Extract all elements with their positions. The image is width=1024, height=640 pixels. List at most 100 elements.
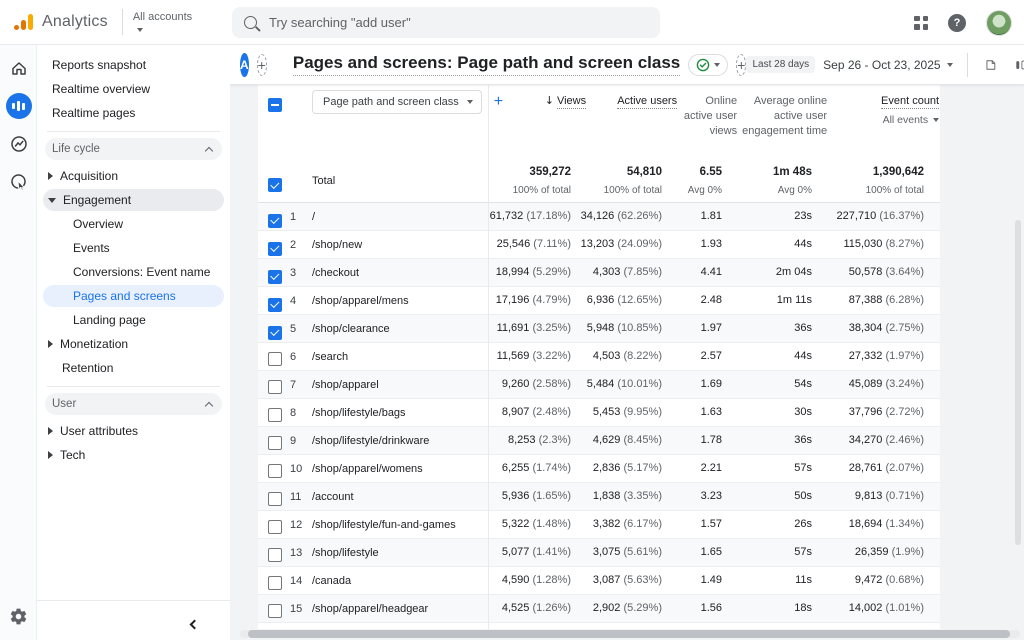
add-dimension-button[interactable]: + bbox=[494, 90, 503, 114]
row-checkbox[interactable] bbox=[268, 242, 282, 256]
table-row-11: 11/account5,936 (1.65%)1,838 (3.35%)3.23… bbox=[258, 483, 940, 511]
sidebar-item-label: Conversions: Event name bbox=[73, 265, 210, 279]
add-report-button[interactable]: + bbox=[736, 54, 746, 76]
page-path-cell: /search bbox=[312, 351, 488, 363]
sidebar-item-monetization[interactable]: Monetization bbox=[37, 332, 230, 356]
row-checkbox[interactable] bbox=[268, 408, 282, 422]
sidebar-item-reports-snapshot[interactable]: Reports snapshot bbox=[37, 53, 230, 77]
row-index: 1 bbox=[290, 211, 312, 223]
chevron-down-icon bbox=[933, 118, 939, 122]
report-status-menu[interactable] bbox=[688, 54, 728, 76]
column-header-views[interactable]: ↓Views bbox=[503, 85, 586, 109]
page-path-cell: /shop/apparel/headgear bbox=[312, 603, 488, 615]
advertising-nav-button[interactable] bbox=[0, 167, 37, 197]
select-all-checkbox[interactable] bbox=[268, 98, 282, 112]
event-filter-dropdown[interactable]: All events bbox=[883, 113, 940, 127]
date-range-chip: Last 28 days bbox=[746, 56, 815, 73]
account-switcher[interactable]: All accounts bbox=[133, 9, 192, 35]
row-index: 2 bbox=[290, 239, 312, 251]
date-range-value[interactable]: Sep 26 - Oct 23, 2025 bbox=[823, 58, 940, 72]
row-checkbox[interactable] bbox=[268, 492, 282, 506]
table-row-4: 4/shop/apparel/mens17,196 (4.79%)6,936 (… bbox=[258, 287, 940, 315]
sidebar-item-events[interactable]: Events bbox=[37, 236, 230, 260]
triangle-collapsed-icon[interactable] bbox=[48, 427, 53, 435]
left-rail bbox=[0, 45, 37, 640]
table-header-row: Page path and screen class + ↓Views Acti… bbox=[258, 85, 940, 160]
row-index: 3 bbox=[290, 267, 312, 279]
row-checkbox[interactable] bbox=[268, 576, 282, 590]
table-row-3: 3/checkout18,994 (5.29%)4,303 (7.85%)4.4… bbox=[258, 259, 940, 287]
page-path-cell: / bbox=[312, 211, 488, 223]
sidebar-item-user-attributes[interactable]: User attributes bbox=[37, 419, 230, 443]
reports-icon bbox=[6, 93, 32, 119]
row-index: 13 bbox=[290, 547, 312, 559]
chevron-down-icon[interactable] bbox=[947, 63, 953, 67]
apps-grid-icon[interactable] bbox=[914, 16, 928, 30]
page-path-cell: /shop/lifestyle/bags bbox=[312, 407, 488, 419]
column-header-avg-engagement-time[interactable]: Average online active user engagement ti… bbox=[737, 85, 827, 139]
page-path-cell: /canada bbox=[312, 575, 488, 587]
sidebar-item-retention[interactable]: Retention bbox=[37, 356, 230, 380]
sidebar-item-tech[interactable]: Tech bbox=[37, 443, 230, 467]
row-checkbox[interactable] bbox=[268, 352, 282, 366]
column-header-online-active-user-views[interactable]: Online active user views bbox=[677, 85, 737, 139]
row-checkbox[interactable] bbox=[268, 380, 282, 394]
note-icon[interactable] bbox=[984, 56, 997, 74]
sidebar-divider bbox=[47, 131, 220, 132]
triangle-collapsed-icon[interactable] bbox=[48, 172, 53, 180]
explore-nav-button[interactable] bbox=[0, 129, 37, 159]
sidebar-item-realtime-pages[interactable]: Realtime pages bbox=[37, 101, 230, 125]
page-title[interactable]: Pages and screens: Page path and screen … bbox=[293, 53, 680, 76]
sidebar-item-conversions-event-name[interactable]: Conversions: Event name bbox=[37, 260, 230, 284]
row-checkbox[interactable] bbox=[268, 520, 282, 534]
row-checkbox[interactable] bbox=[268, 214, 282, 228]
sidebar-item-label: Realtime overview bbox=[52, 82, 150, 96]
total-row-checkbox[interactable] bbox=[268, 178, 282, 192]
column-header-active-users[interactable]: Active users bbox=[586, 85, 677, 109]
add-comparison-button[interactable]: + bbox=[257, 54, 267, 76]
help-icon[interactable]: ? bbox=[948, 14, 966, 32]
row-index: 5 bbox=[290, 323, 312, 335]
sidebar-item-engagement[interactable]: Engagement bbox=[43, 189, 224, 211]
sidebar-item-pages-and-screens[interactable]: Pages and screens bbox=[43, 285, 224, 307]
check-circle-icon bbox=[696, 58, 710, 72]
triangle-expanded-icon[interactable] bbox=[48, 198, 56, 203]
column-header-event-count[interactable]: Event count All events bbox=[827, 85, 939, 128]
sidebar-item-label: Overview bbox=[73, 217, 123, 231]
horizontal-scrollbar-thumb[interactable] bbox=[248, 630, 1010, 638]
sidebar-section-life-cycle[interactable]: Life cycle bbox=[45, 138, 222, 160]
admin-nav-button[interactable] bbox=[0, 607, 37, 626]
home-nav-button[interactable] bbox=[0, 53, 37, 83]
row-checkbox[interactable] bbox=[268, 604, 282, 618]
sidebar-section-user[interactable]: User bbox=[45, 393, 222, 415]
row-checkbox[interactable] bbox=[268, 270, 282, 284]
account-switcher-label: All accounts bbox=[133, 11, 192, 23]
horizontal-scrollbar-track[interactable] bbox=[240, 630, 1020, 638]
sidebar-item-realtime-overview[interactable]: Realtime overview bbox=[37, 77, 230, 101]
row-index: 7 bbox=[290, 379, 312, 391]
search-input[interactable]: Try searching "add user" bbox=[232, 7, 660, 38]
row-checkbox[interactable] bbox=[268, 326, 282, 340]
table-row-5: 5/shop/clearance11,691 (3.25%)5,948 (10.… bbox=[258, 315, 940, 343]
sidebar-item-overview[interactable]: Overview bbox=[37, 212, 230, 236]
sidebar-item-landing-page[interactable]: Landing page bbox=[37, 308, 230, 332]
reports-nav-button[interactable] bbox=[0, 91, 37, 121]
collapse-sidebar-button[interactable] bbox=[190, 620, 200, 630]
total-label: Total bbox=[312, 175, 488, 187]
analytics-logo-icon[interactable] bbox=[14, 14, 33, 30]
comparison-icon[interactable] bbox=[1014, 56, 1024, 74]
triangle-collapsed-icon[interactable] bbox=[48, 451, 53, 459]
user-avatar[interactable] bbox=[986, 10, 1012, 36]
sidebar-item-acquisition[interactable]: Acquisition bbox=[37, 164, 230, 188]
row-checkbox[interactable] bbox=[268, 548, 282, 562]
dimension-selector[interactable]: Page path and screen class bbox=[312, 90, 482, 114]
sidebar-footer bbox=[37, 600, 230, 640]
row-checkbox[interactable] bbox=[268, 436, 282, 450]
table-row-13: 13/shop/lifestyle5,077 (1.41%)3,075 (5.6… bbox=[258, 539, 940, 567]
vertical-scrollbar[interactable] bbox=[1015, 220, 1021, 545]
row-checkbox[interactable] bbox=[268, 464, 282, 478]
property-avatar[interactable]: A bbox=[240, 53, 249, 77]
triangle-collapsed-icon[interactable] bbox=[48, 340, 53, 348]
section-label: User bbox=[52, 398, 76, 410]
row-checkbox[interactable] bbox=[268, 298, 282, 312]
